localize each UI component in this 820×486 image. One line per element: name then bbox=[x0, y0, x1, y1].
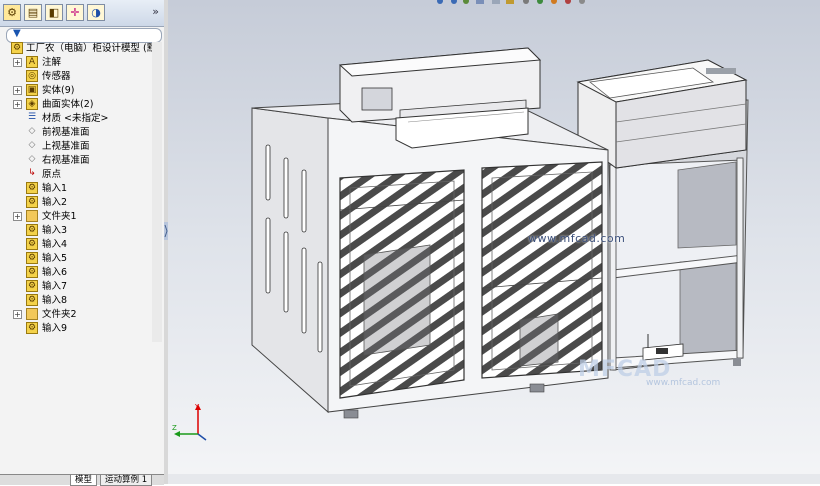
expand-toggle-icon[interactable]: + bbox=[13, 58, 22, 67]
tree-item-label: 输入1 bbox=[42, 183, 68, 194]
watermark-text: www.mfcad.com bbox=[528, 232, 626, 245]
tree-item-label: 曲面实体(2) bbox=[42, 99, 94, 110]
tree-item-label: 右视基准面 bbox=[42, 155, 90, 166]
tree-item-label: 文件夹1 bbox=[42, 211, 77, 222]
reference-triad-icon: Y Z bbox=[172, 403, 207, 441]
expand-toggle-icon[interactable]: + bbox=[13, 212, 22, 221]
plane-icon: ◇ bbox=[28, 140, 36, 150]
bottom-tab-bar: 模型 运动算例 1 bbox=[0, 474, 164, 486]
triad-z-label: Z bbox=[172, 424, 177, 432]
tree-item[interactable]: ⚙ 输入7 bbox=[0, 280, 164, 294]
tree-scrollbar[interactable] bbox=[152, 42, 162, 342]
folder-icon bbox=[26, 210, 38, 222]
tree-item[interactable]: ◇ 上视基准面 bbox=[0, 140, 164, 154]
tree-item[interactable]: ↳ 原点 bbox=[0, 168, 164, 182]
panel-tab-bar: ⚙ ▤ ◧ ✛ ◑ » bbox=[0, 0, 164, 27]
tree-item-label: 前视基准面 bbox=[42, 127, 90, 138]
tree-item-label: 原点 bbox=[42, 169, 62, 180]
tree-item[interactable]: + 文件夹2 bbox=[0, 308, 164, 322]
cabinet-model[interactable] bbox=[168, 0, 820, 484]
tree-item-label: 文件夹2 bbox=[42, 309, 77, 320]
watermark-logo-sub: www.mfcad.com bbox=[646, 378, 721, 388]
tree-item-label: 输入3 bbox=[42, 225, 68, 236]
display-manager-tab[interactable]: ◑ bbox=[87, 4, 105, 21]
material-icon: ☰ bbox=[27, 112, 37, 122]
feature-manager-panel: ⚙ ▤ ◧ ✛ ◑ » ▼ ⚙ 工厂农（电脑）柜设计模型 (默 + A 注解 ◎ 传感器… bbox=[0, 0, 165, 486]
triad-y-label: Y bbox=[194, 403, 200, 411]
tree-root[interactable]: ⚙ 工厂农（电脑）柜设计模型 (默 bbox=[0, 42, 164, 56]
annotation-icon: A bbox=[26, 56, 38, 68]
tree-item-label: 输入4 bbox=[42, 239, 68, 250]
panel-overflow-chevron-icon[interactable]: » bbox=[152, 5, 159, 18]
folder-icon bbox=[26, 308, 38, 320]
tree-item[interactable]: + ◈ 曲面实体(2) bbox=[0, 98, 164, 112]
tree-item[interactable]: ⚙ 输入3 bbox=[0, 224, 164, 238]
tree-item[interactable]: ☰ 材质 <未指定> bbox=[0, 112, 164, 126]
tree-item[interactable]: + ▣ 实体(9) bbox=[0, 84, 164, 98]
tree-item[interactable]: ⚙ 输入4 bbox=[0, 238, 164, 252]
tree-item-label: 实体(9) bbox=[42, 85, 75, 96]
sensor-icon: ◎ bbox=[26, 70, 38, 82]
imported-feature-icon: ⚙ bbox=[26, 322, 38, 334]
tab-motion-study[interactable]: 运动算例 1 bbox=[100, 475, 153, 486]
tree-item[interactable]: ⚙ 输入5 bbox=[0, 252, 164, 266]
feature-manager-tab[interactable]: ⚙ bbox=[3, 4, 21, 21]
plane-icon: ◇ bbox=[28, 154, 36, 164]
imported-feature-icon: ⚙ bbox=[26, 182, 38, 194]
tree-filter-field[interactable]: ▼ bbox=[6, 28, 162, 43]
viewport-bottom-bar bbox=[168, 474, 820, 484]
expand-toggle-icon[interactable]: + bbox=[13, 310, 22, 319]
tree-root-label: 工厂农（电脑）柜设计模型 (默 bbox=[26, 43, 157, 54]
configuration-manager-tab[interactable]: ◧ bbox=[45, 4, 63, 21]
imported-feature-icon: ⚙ bbox=[26, 266, 38, 278]
expand-toggle-icon[interactable]: + bbox=[13, 86, 22, 95]
tree-item[interactable]: ⚙ 输入9 bbox=[0, 322, 164, 336]
filter-icon: ▼ bbox=[13, 28, 21, 39]
expand-toggle-icon[interactable]: + bbox=[13, 100, 22, 109]
part-icon: ⚙ bbox=[11, 42, 23, 54]
tree-item-label: 输入8 bbox=[42, 295, 68, 306]
tree-item-label: 上视基准面 bbox=[42, 141, 90, 152]
imported-feature-icon: ⚙ bbox=[26, 238, 38, 250]
tree-item[interactable]: ⚙ 输入8 bbox=[0, 294, 164, 308]
tree-item-label: 注解 bbox=[42, 57, 62, 68]
imported-feature-icon: ⚙ bbox=[26, 196, 38, 208]
origin-icon: ↳ bbox=[28, 168, 36, 178]
dimxpert-manager-tab[interactable]: ✛ bbox=[66, 4, 84, 21]
tree-item-label: 材质 <未指定> bbox=[42, 113, 109, 124]
imported-feature-icon: ⚙ bbox=[26, 280, 38, 292]
tree-item[interactable]: ⚙ 输入1 bbox=[0, 182, 164, 196]
tree-item[interactable]: ◇ 前视基准面 bbox=[0, 126, 164, 140]
plane-icon: ◇ bbox=[28, 126, 36, 136]
tree-item-label: 传感器 bbox=[42, 71, 71, 82]
imported-feature-icon: ⚙ bbox=[26, 294, 38, 306]
tab-model[interactable]: 模型 bbox=[70, 475, 98, 486]
tree-item-label: 输入6 bbox=[42, 267, 68, 278]
imported-feature-icon: ⚙ bbox=[26, 252, 38, 264]
tree-item-label: 输入9 bbox=[42, 323, 68, 334]
imported-feature-icon: ⚙ bbox=[26, 224, 38, 236]
tree-item-label: 输入5 bbox=[42, 253, 68, 264]
tree-item[interactable]: ◇ 右视基准面 bbox=[0, 154, 164, 168]
surface-bodies-icon: ◈ bbox=[26, 98, 38, 110]
property-manager-tab[interactable]: ▤ bbox=[24, 4, 42, 21]
tree-item-label: 输入2 bbox=[42, 197, 68, 208]
tree-item[interactable]: ◎ 传感器 bbox=[0, 70, 164, 84]
tree-item[interactable]: + 文件夹1 bbox=[0, 210, 164, 224]
graphics-viewport[interactable]: www.mfcad.com MFCAD www.mfcad.com Y Z bbox=[168, 0, 820, 484]
tree-item[interactable]: + A 注解 bbox=[0, 56, 164, 70]
tree-item[interactable]: ⚙ 输入2 bbox=[0, 196, 164, 210]
tree-item[interactable]: ⚙ 输入6 bbox=[0, 266, 164, 280]
solid-bodies-icon: ▣ bbox=[26, 84, 38, 96]
tree-item-label: 输入7 bbox=[42, 281, 68, 292]
